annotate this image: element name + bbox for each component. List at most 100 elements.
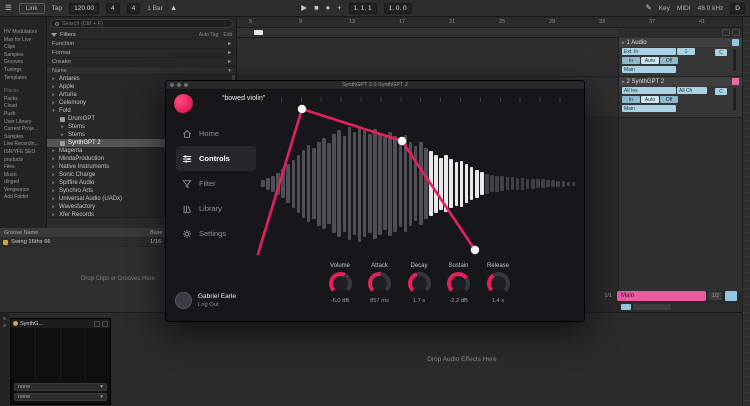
loop-length[interactable]: 1. 0. 0 — [384, 3, 412, 14]
sidebar-place-item[interactable]: dinged — [0, 179, 46, 187]
time-sig-numerator[interactable]: 4 — [106, 3, 120, 14]
input-type-chooser[interactable]: Ext. In — [622, 48, 676, 55]
overdub-button[interactable]: + — [337, 4, 341, 12]
quantize-menu[interactable]: 1 Bar — [147, 5, 163, 12]
synthgpt-device[interactable]: SynthG... none ▾ none ▾ — [10, 318, 111, 405]
device-unfold-icon[interactable] — [102, 321, 108, 327]
sidebar-section-item[interactable]: HV Modulators — [0, 29, 46, 37]
insert-marker[interactable] — [254, 30, 263, 35]
timeline-ruler[interactable]: 591317212529333741 — [237, 17, 742, 28]
sidebar-section-item[interactable]: Templates — [0, 75, 46, 83]
knob-dial[interactable] — [368, 272, 391, 295]
sidebar-place-item[interactable]: Current Proje... — [0, 126, 46, 134]
unfold-track-icon[interactable]: ▸ — [622, 79, 625, 85]
main-track-header[interactable]: Main — [617, 291, 706, 301]
pan-control[interactable]: C — [715, 88, 727, 95]
device-hotswap-icon[interactable] — [94, 321, 100, 327]
knob-sustain[interactable]: Sustain-2.2 dB — [442, 263, 476, 304]
stop-button[interactable]: ■ — [314, 4, 319, 12]
filter-category-row[interactable]: Format▸ — [47, 48, 236, 57]
sidebar-place-item[interactable]: ISR/YFE SEO — [0, 149, 46, 157]
main-chip-gray[interactable] — [633, 304, 671, 310]
sidebar-place-item[interactable]: Cloud — [0, 103, 46, 111]
sidebar-place-item[interactable]: Live Recordin... — [0, 141, 46, 149]
sidebar-section-item[interactable]: Tunings — [0, 67, 46, 75]
midi-map-button[interactable]: MIDI — [677, 5, 691, 12]
knob-release[interactable]: Release1.4 s — [481, 263, 515, 304]
monitor-in-button[interactable]: In — [622, 96, 640, 103]
envelope-handle[interactable] — [298, 105, 306, 113]
bank-selector[interactable]: none ▾ — [14, 383, 107, 391]
sidebar-place-item[interactable]: Music — [0, 172, 46, 180]
key-map-button[interactable]: Key — [659, 5, 670, 12]
knob-attack[interactable]: Attack857 ms — [363, 263, 397, 304]
sidebar-place-item[interactable]: Samples — [0, 134, 46, 142]
knob-dial[interactable] — [329, 272, 352, 295]
output-chooser[interactable]: Main — [622, 66, 676, 73]
sidebar-section-item[interactable]: Max for Live — [0, 37, 46, 45]
envelope-handle[interactable] — [471, 246, 479, 254]
sidebar-section-item[interactable]: Samples — [0, 52, 46, 60]
draw-mode-icon[interactable]: ✎ — [645, 4, 651, 12]
play-button[interactable]: ▶ — [301, 4, 307, 12]
detail-view-tab[interactable] — [0, 312, 9, 406]
filter-category-row[interactable]: Function▸ — [47, 39, 236, 48]
input-channel-chooser[interactable]: All Ch — [677, 87, 707, 94]
io-toggle-icon[interactable] — [722, 29, 730, 36]
knob-decay[interactable]: Decay1.7 s — [402, 263, 436, 304]
maximize-icon[interactable] — [184, 83, 188, 87]
overview-scrollbar[interactable] — [742, 17, 750, 406]
browser-name-header[interactable]: Name ▾ — [47, 66, 236, 75]
sidebar-place-item[interactable]: Add Folder — [0, 194, 46, 202]
input-channel-chooser[interactable]: 1 — [677, 48, 695, 55]
pan-control[interactable]: C — [715, 49, 727, 56]
edit-filters-button[interactable]: Edit — [223, 32, 232, 38]
arrangement-position[interactable]: 1. 1. 1 — [349, 3, 377, 14]
time-sig-denominator[interactable]: 4 — [127, 3, 141, 14]
knob-dial[interactable] — [487, 272, 510, 295]
output-chooser[interactable]: Main — [622, 105, 676, 112]
window-controls[interactable] — [170, 83, 188, 87]
sidebar-place-item[interactable]: products — [0, 157, 46, 165]
sidebar-place-item[interactable]: Vengeance — [0, 187, 46, 195]
sidebar-place-item[interactable]: Files — [0, 164, 46, 172]
close-icon[interactable] — [170, 83, 174, 87]
main-chip-cyan[interactable] — [621, 304, 631, 310]
knob-dial[interactable] — [447, 272, 470, 295]
track-name-bar[interactable]: ▸ 2 SynthGPT 2 — [619, 77, 742, 86]
monitor-in-button[interactable]: In — [622, 57, 640, 64]
monitor-off-button[interactable]: Off — [660, 96, 678, 103]
tempo-display[interactable]: 120.00 — [69, 3, 99, 14]
unfold-track-icon[interactable]: ▸ — [622, 40, 625, 46]
auto-tag-toggle[interactable]: Auto Tag — [199, 32, 219, 38]
minimize-icon[interactable] — [177, 83, 181, 87]
track-header-synthgpt[interactable]: ▸ 2 SynthGPT 2 All Ins All Ch In Auto Of… — [618, 77, 742, 118]
sidebar-place-item[interactable]: Push — [0, 111, 46, 119]
record-button[interactable]: ● — [326, 4, 331, 12]
menu-icon[interactable]: ☰ — [5, 4, 12, 12]
device-drop-zone[interactable]: Drop Audio Effects Here — [427, 356, 497, 363]
sidebar-place-item[interactable]: User Library — [0, 119, 46, 127]
monitor-auto-button[interactable]: Auto — [641, 57, 659, 64]
link-button[interactable]: Link — [19, 3, 45, 14]
envelope-handle[interactable] — [398, 137, 406, 145]
sidebar-section-item[interactable]: Grooves — [0, 59, 46, 67]
track-name-bar[interactable]: ▸ 1 Audio — [619, 38, 742, 47]
monitor-off-button[interactable]: Off — [660, 57, 678, 64]
input-type-chooser[interactable]: All Ins — [622, 87, 676, 94]
sidebar-place-item[interactable]: Packs — [0, 96, 46, 104]
knob-volume[interactable]: Volume-6.0 dB — [323, 263, 357, 304]
main-grid-box[interactable]: 1/2 — [708, 291, 723, 301]
mixer-toggle-icon[interactable] — [732, 29, 740, 36]
search-input[interactable]: Search (Ctrl + F) — [50, 19, 233, 28]
device-power-button[interactable] — [13, 321, 18, 326]
scrub-area[interactable] — [237, 28, 618, 38]
knob-dial[interactable] — [408, 272, 431, 295]
monitor-auto-button[interactable]: Auto — [641, 96, 659, 103]
tap-tempo-button[interactable]: Tap — [52, 5, 62, 12]
metronome-icon[interactable]: ▲ — [170, 4, 177, 12]
sidebar-section-item[interactable]: Clips — [0, 44, 46, 52]
track-header-audio[interactable]: ▸ 1 Audio Ext. In 1 In Auto Off Main C — [618, 38, 742, 77]
program-selector[interactable]: none ▾ — [14, 393, 107, 401]
logout-button[interactable]: Log Out — [198, 302, 236, 308]
